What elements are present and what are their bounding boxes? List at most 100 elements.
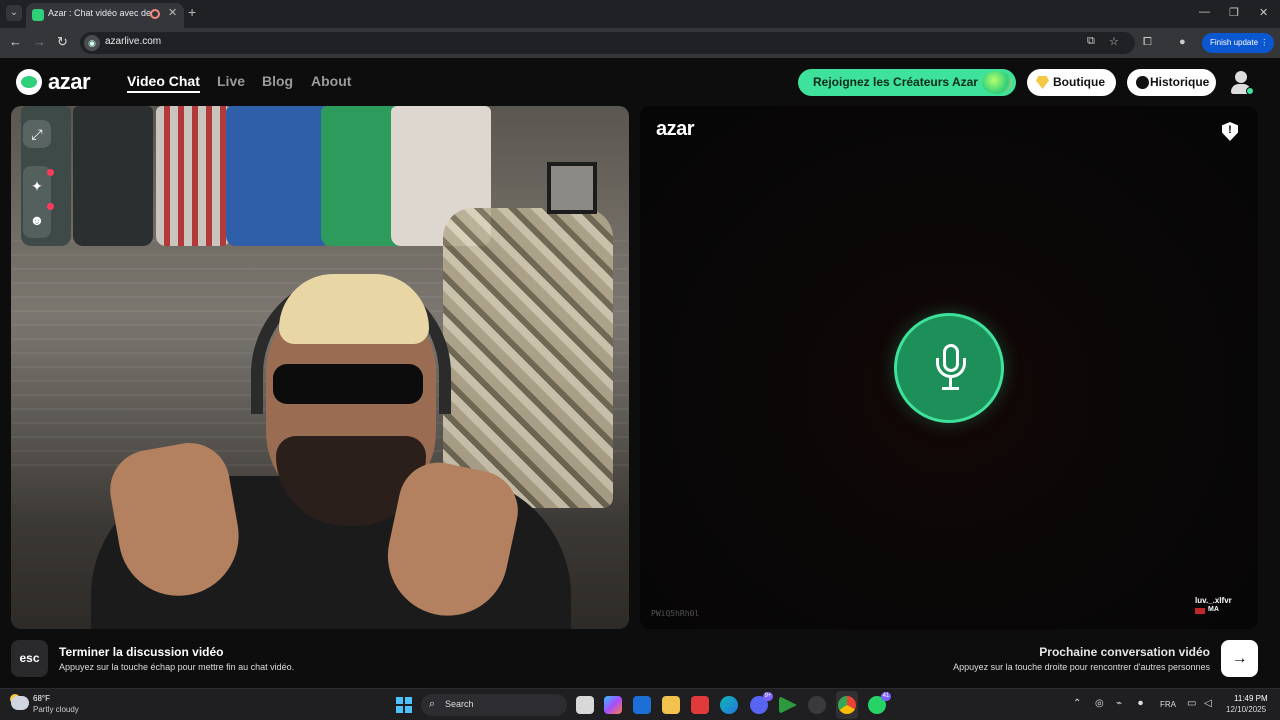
install-app-icon[interactable]: ⧉ [1087, 35, 1095, 48]
input-language[interactable]: FRA [1160, 700, 1176, 709]
nav-live[interactable]: Live [217, 73, 245, 89]
browser-toolbar: ← → ↻ ◉ azarlive.com ⧉ ☆ ⧠ ● Finish upda… [0, 28, 1280, 58]
next-chat-hint: Appuyez sur la touche droite pour rencon… [953, 662, 1210, 672]
obs-icon[interactable] [808, 696, 826, 714]
copilot-icon[interactable] [604, 696, 622, 714]
battery-icon[interactable]: ▭ [1187, 698, 1196, 709]
remote-video-panel: azar ! PWiQ5hRh0l luv._.xlfvr MA [640, 106, 1258, 629]
next-chat-title: Prochaine conversation vidéo [1039, 645, 1210, 659]
windows-taskbar: 68°F Partly cloudy ⌕ Search 9+ 41 ⌃ ◎ ⌁ … [0, 688, 1280, 720]
smiley-icon: ☻ [29, 212, 45, 228]
effects-button[interactable]: ✦ [23, 169, 54, 200]
online-status-dot [1246, 87, 1254, 95]
microphone-button[interactable] [894, 313, 1004, 423]
weather-description[interactable]: Partly cloudy [33, 705, 79, 714]
local-video-feed: ⤢ ✦ ☻ [11, 106, 629, 629]
finish-update-button[interactable]: Finish update ⋮ [1202, 33, 1274, 53]
close-window-icon[interactable]: ✕ [1259, 6, 1268, 19]
notification-dot [47, 169, 54, 176]
expand-icon: ⤢ [31, 126, 43, 142]
extensions-icon[interactable]: ⧠ [1143, 36, 1152, 49]
search-icon: ⌕ [429, 698, 436, 710]
edge-icon[interactable] [720, 696, 738, 714]
minimize-icon[interactable]: — [1199, 6, 1210, 18]
nav-blog[interactable]: Blog [262, 73, 293, 89]
finish-update-label: Finish update [1210, 38, 1259, 47]
cloud-icon [11, 696, 29, 710]
notification-dot [47, 203, 54, 210]
media-player-icon[interactable] [779, 696, 797, 714]
browser-tab-azar[interactable]: Azar : Chat vidéo avec de n ✕ [26, 3, 184, 28]
clock-time[interactable]: 11:49 PM [1234, 694, 1268, 703]
search-placeholder: Search [445, 699, 474, 709]
restore-icon[interactable]: ❐ [1229, 6, 1239, 19]
new-tab-button[interactable]: + [188, 4, 196, 20]
end-chat-hint: Appuyez sur la touche échap pour mettre … [59, 662, 295, 672]
tab-close-icon[interactable]: ✕ [168, 6, 177, 19]
address-bar[interactable]: ◉ azarlive.com ⧉ ☆ [80, 32, 1135, 54]
clock-icon [1136, 76, 1149, 89]
tab-title: Azar : Chat vidéo avec de n [48, 8, 152, 18]
file-explorer-icon[interactable] [662, 696, 680, 714]
diamond-icon [1036, 76, 1049, 89]
weather-temperature[interactable]: 68°F [33, 694, 50, 703]
url-text: azarlive.com [105, 36, 162, 47]
azar-logo-icon [16, 69, 42, 95]
show-hidden-icons-icon[interactable]: ⌃ [1073, 698, 1081, 709]
discord-icon[interactable]: 9+ [750, 692, 773, 714]
morocco-flag-icon [1195, 608, 1205, 614]
user-avatar[interactable] [1228, 69, 1254, 95]
bookmark-star-icon[interactable]: ☆ [1109, 35, 1119, 48]
microsoft-store-icon[interactable] [633, 696, 651, 714]
discord-badge: 9+ [763, 692, 773, 701]
session-code: PWiQ5hRh0l [651, 609, 700, 618]
clock-date[interactable]: 12/10/2025 [1226, 705, 1266, 714]
azar-watermark: azar [656, 118, 695, 140]
recording-indicator-icon [150, 9, 160, 19]
background-picture-frame [547, 162, 597, 214]
windows-start-icon[interactable] [396, 697, 412, 713]
end-chat-esc-button[interactable]: esc [11, 640, 48, 677]
peer-username: luv._.xlfvr [1195, 596, 1232, 605]
peer-country: MA [1208, 606, 1219, 613]
chrome-icon[interactable] [838, 696, 856, 714]
historique-label: Historique [1150, 75, 1210, 89]
wps-office-icon[interactable] [691, 696, 709, 714]
creators-badge-icon [982, 71, 1012, 94]
boutique-label: Boutique [1053, 75, 1105, 89]
boutique-button[interactable]: Boutique [1027, 69, 1116, 96]
task-view-icon[interactable] [576, 696, 594, 714]
azar-page: azar Video Chat Live Blog About Rejoigne… [0, 58, 1280, 688]
network-off-icon[interactable]: ⌁ [1116, 698, 1122, 709]
sticker-button[interactable]: ☻ [23, 203, 54, 234]
sparkle-icon: ✦ [31, 178, 43, 194]
vpn-icon[interactable]: ◎ [1095, 698, 1104, 709]
reload-icon[interactable]: ↻ [57, 34, 68, 50]
arrow-right-icon: → [1231, 650, 1248, 667]
microphone-tray-icon[interactable]: ⏺ [1138, 698, 1143, 709]
whatsapp-icon[interactable]: 41 [868, 692, 891, 714]
azar-logo-text: azar [48, 69, 91, 94]
forward-icon[interactable]: → [33, 34, 46, 49]
whatsapp-badge: 41 [881, 692, 891, 701]
tab-search-button[interactable]: ⌄ [6, 5, 22, 21]
azar-favicon-icon [32, 9, 44, 21]
fullscreen-button[interactable]: ⤢ [23, 120, 51, 148]
profile-icon[interactable]: ● [1179, 36, 1186, 48]
next-chat-arrow-button[interactable]: → [1221, 640, 1258, 677]
join-creators-label: Rejoignez les Créateurs Azar [813, 75, 978, 89]
site-info-icon[interactable]: ◉ [84, 35, 100, 51]
sunglasses [273, 364, 423, 404]
browser-tab-bar: ⌄ Azar : Chat vidéo avec de n ✕ + — ❐ ✕ [0, 0, 1280, 28]
nav-video-chat[interactable]: Video Chat [127, 73, 200, 93]
join-creators-button[interactable]: Rejoignez les Créateurs Azar [798, 69, 1016, 96]
background-chair [443, 208, 613, 508]
back-icon[interactable]: ← [9, 34, 22, 49]
peer-info: luv._.xlfvr MA [1195, 596, 1232, 614]
taskbar-search[interactable]: ⌕ Search [421, 694, 567, 716]
report-shield-icon[interactable]: ! [1222, 122, 1238, 141]
end-chat-title: Terminer la discussion vidéo [59, 645, 224, 659]
nav-about[interactable]: About [311, 73, 351, 89]
volume-icon[interactable]: ◁ [1204, 698, 1212, 709]
historique-button[interactable]: Historique [1127, 69, 1216, 96]
